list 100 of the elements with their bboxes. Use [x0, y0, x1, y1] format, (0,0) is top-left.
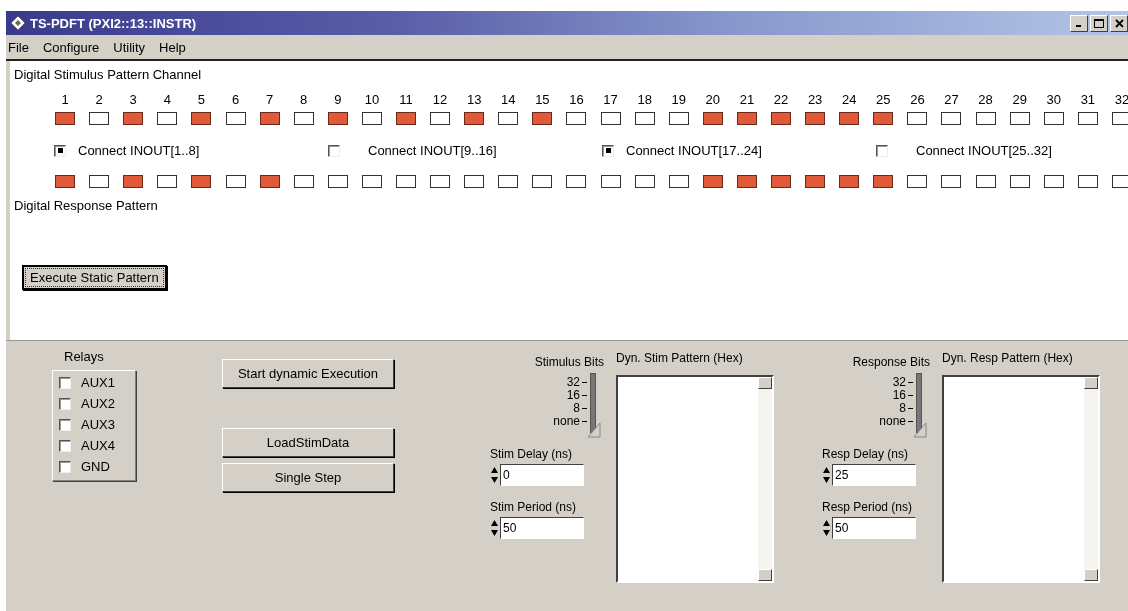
channel-number: 13 [465, 92, 483, 107]
checkbox[interactable] [59, 376, 71, 389]
number-field[interactable]: 0 [500, 464, 584, 486]
section-label: Digital Response Pattern [14, 198, 159, 213]
checkbox-label: GND [81, 459, 110, 474]
stimulus-led[interactable] [1111, 112, 1128, 125]
channel-number: 30 [1045, 92, 1062, 107]
close-button[interactable] [1110, 14, 1128, 32]
stimulus-led[interactable] [123, 112, 144, 125]
channel-number: 26 [909, 92, 926, 107]
slider-thumb[interactable] [913, 422, 927, 438]
stimulus-led[interactable] [566, 112, 587, 125]
stimulus-led[interactable] [327, 112, 348, 125]
stimulus-led[interactable] [259, 112, 280, 125]
action-button[interactable]: LoadStimData [222, 428, 394, 457]
maximize-button[interactable] [1090, 14, 1108, 32]
scrollbar[interactable] [1084, 377, 1098, 581]
channel-number: 8 [299, 92, 309, 107]
stimulus-led[interactable] [600, 112, 621, 125]
checkbox[interactable] [876, 144, 888, 157]
channel-number: 18 [636, 92, 653, 107]
channel-number: 27 [943, 92, 960, 107]
stimulus-led[interactable] [1043, 112, 1064, 125]
channel-number: 29 [1011, 92, 1028, 107]
checkbox-label: Connect INOUT[9..16] [368, 143, 497, 158]
stimulus-led[interactable] [873, 112, 894, 125]
stimulus-led[interactable] [532, 112, 553, 125]
stimulus-led[interactable] [702, 112, 723, 125]
stimulus-led[interactable] [907, 112, 928, 125]
menu-item[interactable]: File [8, 39, 29, 55]
channel-number: 23 [806, 92, 824, 107]
scrollbar[interactable] [758, 377, 772, 581]
channel-number: 12 [431, 92, 449, 107]
number-field[interactable]: 50 [500, 517, 584, 539]
number-field[interactable]: 25 [832, 464, 916, 486]
action-button[interactable]: Single Step [222, 463, 394, 492]
menu-item[interactable]: Configure [42, 39, 100, 55]
stimulus-led[interactable] [941, 112, 962, 125]
maximize-icon [1094, 18, 1104, 28]
tick-label: none [879, 415, 906, 428]
tick-label: 8 [899, 402, 906, 415]
action-button[interactable]: Start dynamic Execution [222, 359, 394, 388]
minimize-button[interactable] [1070, 14, 1088, 32]
checkbox[interactable] [602, 144, 614, 157]
spinner-arrows-icon[interactable] [822, 518, 831, 538]
stimulus-led[interactable] [1077, 112, 1098, 125]
diamond-logo-icon [10, 15, 26, 31]
text-area[interactable] [942, 375, 1100, 583]
stimulus-led[interactable] [430, 112, 451, 125]
checkbox[interactable] [59, 460, 71, 473]
window-title: TS-PDFT (PXI2::13::INSTR) [30, 15, 197, 31]
spinner-arrows-icon[interactable] [490, 465, 499, 485]
text-area[interactable] [616, 375, 774, 583]
stimulus-led[interactable] [464, 112, 485, 125]
stimulus-led[interactable] [361, 112, 382, 125]
tick-label: none [553, 415, 580, 428]
channel-number: 7 [265, 92, 275, 107]
channel-number: 31 [1079, 92, 1097, 107]
menu-item[interactable]: Utility [113, 39, 146, 55]
stimulus-led[interactable] [157, 112, 178, 125]
close-icon [1114, 18, 1124, 28]
stimulus-led[interactable] [225, 112, 246, 125]
checkbox[interactable] [59, 418, 71, 431]
channel-number: 24 [840, 92, 858, 107]
channel-number: 20 [704, 92, 722, 107]
checkbox[interactable] [59, 397, 71, 410]
execute-button[interactable]: Execute Static Pattern [22, 265, 167, 290]
number-field[interactable]: 50 [832, 517, 916, 539]
checkbox[interactable] [54, 144, 66, 157]
channel-number: 19 [670, 92, 687, 107]
stimulus-led[interactable] [805, 112, 826, 125]
channel-number: 9 [333, 92, 343, 107]
stimulus-led[interactable] [498, 112, 519, 125]
stimulus-led[interactable] [191, 112, 212, 125]
checkbox[interactable] [328, 144, 340, 157]
stimulus-led[interactable] [736, 112, 757, 125]
channel-number: 1 [60, 92, 70, 107]
stimulus-led[interactable] [975, 112, 996, 125]
menu-item[interactable]: Help [159, 39, 186, 55]
stimulus-led[interactable] [55, 112, 76, 125]
spinner-arrows-icon[interactable] [822, 465, 831, 485]
channel-number: 10 [363, 92, 381, 107]
stimulus-led[interactable] [89, 112, 110, 125]
section-label: Digital Stimulus Pattern Channel [14, 67, 203, 82]
stimulus-led[interactable] [293, 112, 314, 125]
checkbox-label: Connect INOUT[17..24] [626, 143, 762, 158]
checkbox[interactable] [59, 439, 71, 452]
spinner-arrows-icon[interactable] [490, 518, 499, 538]
channel-number: 11 [398, 92, 414, 107]
text-area-label: Dyn. Resp Pattern (Hex) [942, 351, 1074, 365]
stimulus-led[interactable] [634, 112, 655, 125]
field-label: Resp Period (ns) [822, 500, 913, 514]
stimulus-led[interactable] [668, 112, 689, 125]
stimulus-led[interactable] [839, 112, 860, 125]
channel-number: 15 [534, 92, 551, 107]
channel-number: 25 [875, 92, 892, 107]
channel-number: 3 [128, 92, 138, 107]
stimulus-led[interactable] [1009, 112, 1030, 125]
field-label: Resp Delay (ns) [822, 447, 909, 461]
slider-thumb[interactable] [587, 422, 601, 438]
